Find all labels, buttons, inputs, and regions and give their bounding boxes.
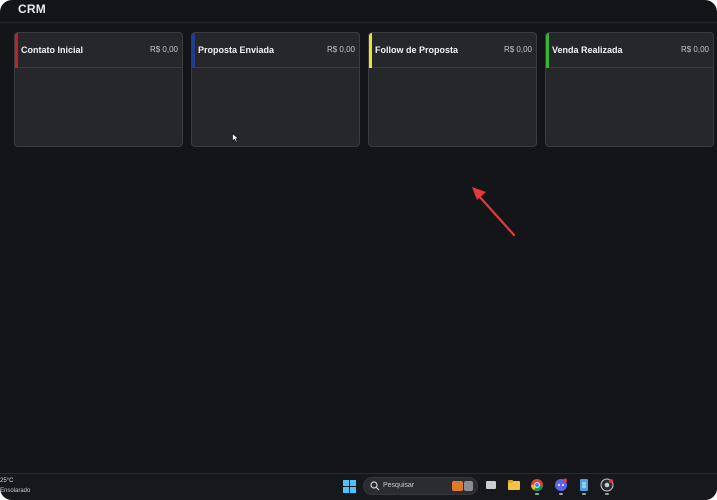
column-accent-bar	[546, 33, 549, 68]
column-accent-bar	[369, 33, 372, 68]
column-total: R$ 0,00	[326, 45, 355, 54]
column-accent-bar	[15, 33, 18, 68]
column-accent-bar	[192, 33, 195, 68]
column-dropzone[interactable]	[546, 69, 713, 146]
column-dropzone[interactable]	[192, 69, 359, 146]
column-proposta-enviada[interactable]: Proposta Enviada R$ 0,00	[191, 32, 360, 147]
column-header[interactable]: Proposta Enviada R$ 0,00	[192, 33, 359, 68]
search-icon	[370, 481, 380, 491]
column-header[interactable]: Follow de Proposta R$ 0,00	[369, 33, 536, 68]
app-title: CRM	[18, 2, 46, 16]
weather-widget[interactable]: 25°C Ensolarado	[0, 478, 68, 498]
column-title: Contato Inicial	[21, 45, 84, 55]
task-view-icon[interactable]	[484, 478, 498, 492]
search-placeholder: Pesquisar	[383, 482, 415, 489]
column-title: Follow de Proposta	[375, 45, 459, 55]
app-window: CRM Contato Inicial R$ 0,00 Proposta Env…	[0, 0, 717, 500]
weather-description: Ensolarado	[0, 488, 31, 494]
weather-temperature: 25°C	[0, 478, 14, 484]
active-app-indicator	[582, 493, 586, 495]
active-app-indicator	[559, 493, 563, 495]
column-header[interactable]: Venda Realizada R$ 0,00	[546, 33, 713, 68]
column-total: R$ 0,00	[503, 45, 532, 54]
column-follow-de-proposta[interactable]: Follow de Proposta R$ 0,00	[368, 32, 537, 147]
column-total: R$ 0,00	[680, 45, 709, 54]
active-app-indicator	[535, 493, 539, 495]
taskbar-search[interactable]: Pesquisar	[363, 477, 478, 495]
windows-start-icon[interactable]	[343, 480, 356, 493]
file-explorer-icon[interactable]	[507, 478, 521, 492]
chrome-icon[interactable]	[530, 478, 544, 492]
column-title: Proposta Enviada	[198, 45, 275, 55]
active-app-indicator	[605, 493, 609, 495]
column-venda-realizada[interactable]: Venda Realizada R$ 0,00	[545, 32, 714, 147]
discord-icon[interactable]	[554, 478, 568, 492]
column-contato-inicial[interactable]: Contato Inicial R$ 0,00	[14, 32, 183, 147]
app-header: CRM	[0, 0, 717, 23]
column-dropzone[interactable]	[369, 69, 536, 146]
column-header[interactable]: Contato Inicial R$ 0,00	[15, 33, 182, 68]
column-total: R$ 0,00	[149, 45, 178, 54]
search-highlight-icon	[452, 481, 473, 491]
column-title: Venda Realizada	[552, 45, 623, 55]
mouse-cursor-icon	[232, 133, 240, 143]
red-arrow-annotation	[472, 187, 516, 237]
notepad-icon[interactable]	[577, 478, 591, 492]
chrome-profile-icon[interactable]	[600, 478, 614, 492]
column-dropzone[interactable]	[15, 69, 182, 146]
